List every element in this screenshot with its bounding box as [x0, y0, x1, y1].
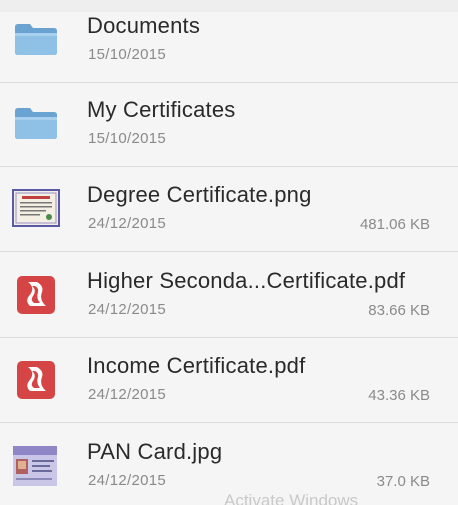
file-size: 43.36 KB — [368, 387, 430, 404]
folder-icon — [12, 99, 60, 147]
file-size: 37.0 KB — [376, 473, 430, 490]
pdf-icon — [12, 270, 60, 318]
file-name: Documents — [87, 13, 201, 38]
file-date: 24/12/2015 — [88, 472, 167, 489]
folder-icon — [12, 15, 60, 63]
file-name: PAN Card.jpg — [87, 439, 223, 464]
file-name: Income Certificate.pdf — [87, 353, 306, 378]
activate-windows-watermark: Activate Windows — [224, 491, 359, 505]
file-size: 83.66 KB — [368, 302, 430, 319]
file-name: My Certificates — [87, 97, 236, 122]
file-date: 15/10/2015 — [88, 46, 167, 63]
list-item-higher-secondary-certificate[interactable]: Higher Seconda...Certificate.pdf 24/12/2… — [0, 254, 458, 338]
list-item-income-certificate[interactable]: Income Certificate.pdf 24/12/2015 43.36 … — [0, 339, 458, 423]
file-size: 481.06 KB — [359, 216, 430, 233]
file-date: 15/10/2015 — [88, 130, 167, 147]
file-date: 24/12/2015 — [88, 215, 167, 232]
pdf-icon — [12, 355, 60, 403]
file-date: 24/12/2015 — [88, 301, 167, 318]
file-name: Degree Certificate.png — [87, 182, 312, 207]
list-item-degree-certificate[interactable]: Degree Certificate.png 24/12/2015 481.06… — [0, 168, 458, 252]
list-item-documents[interactable]: Documents 15/10/2015 — [0, 0, 458, 83]
file-name: Higher Seconda...Certificate.pdf — [87, 268, 406, 293]
file-date: 24/12/2015 — [88, 386, 167, 403]
certificate-image-icon — [12, 184, 60, 232]
pan-card-image-icon — [12, 441, 60, 489]
list-item-my-certificates[interactable]: My Certificates 15/10/2015 — [0, 83, 458, 167]
file-browser-screen: Documents 15/10/2015 My Certificates 15/… — [0, 0, 458, 505]
